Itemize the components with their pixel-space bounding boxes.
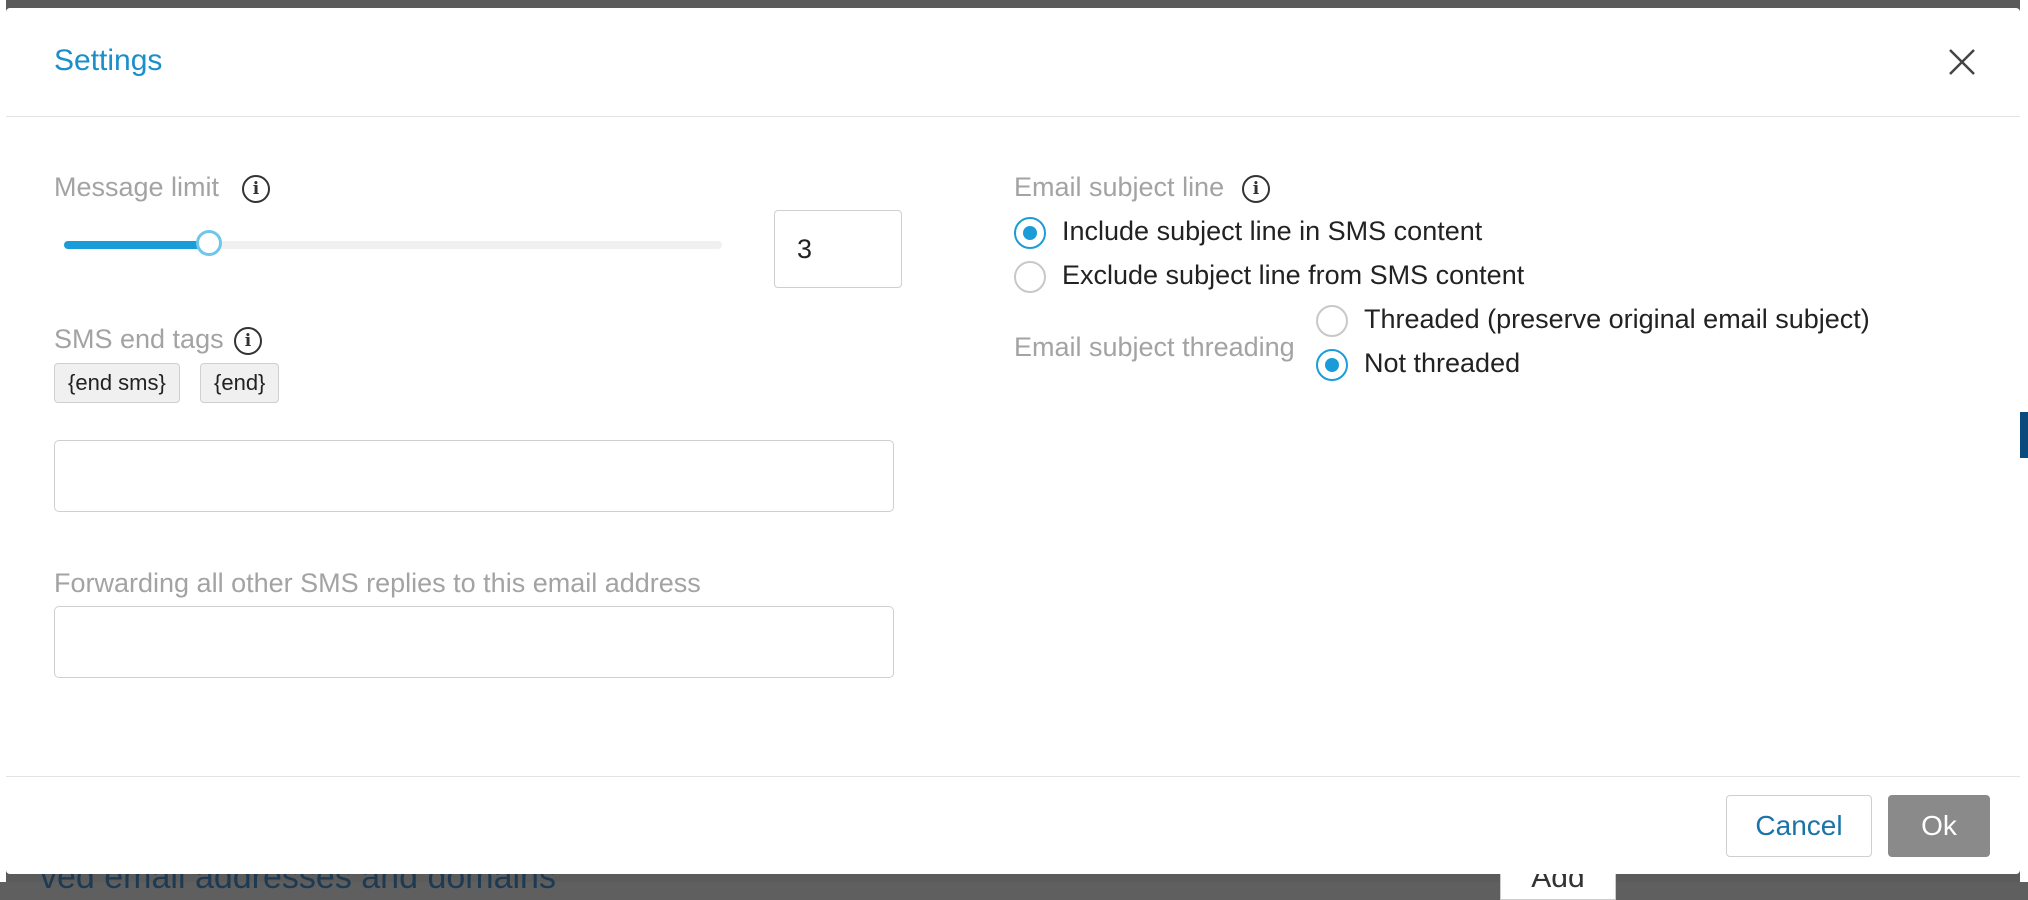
slider-fill (64, 241, 209, 249)
background-accent (2020, 412, 2028, 458)
forwarding-email-input[interactable] (54, 606, 894, 678)
cancel-button[interactable]: Cancel (1726, 795, 1872, 857)
message-limit-slider[interactable] (64, 230, 722, 256)
message-limit-info-icon[interactable]: i (242, 175, 270, 203)
slider-handle[interactable] (195, 230, 222, 256)
exclude-subject-label[interactable]: Exclude subject line from SMS content (1062, 260, 1524, 291)
radio-not-threaded[interactable] (1316, 349, 1348, 381)
message-limit-label: Message limit (54, 172, 220, 202)
background-right-edge (2020, 0, 2028, 882)
threaded-label[interactable]: Threaded (preserve original email subjec… (1364, 304, 1870, 335)
sms-end-tags-label: SMS end tags (54, 324, 224, 354)
email-subject-line-label: Email subject line (1014, 172, 1225, 202)
close-icon (1949, 49, 1975, 75)
dialog-title: Settings (54, 44, 163, 77)
settings-dialog: Settings Message limit i 3 SMS end tags … (6, 8, 2020, 874)
tag-end[interactable]: {end} (200, 363, 280, 403)
dialog-header: Settings (6, 8, 2020, 117)
forwarding-label: Forwarding all other SMS replies to this… (54, 568, 701, 598)
close-button[interactable] (1944, 44, 1980, 80)
email-subject-line-info-icon[interactable]: i (1242, 175, 1270, 203)
message-limit-input[interactable]: 3 (774, 210, 902, 288)
radio-threaded[interactable] (1316, 305, 1348, 337)
not-threaded-label[interactable]: Not threaded (1364, 348, 1520, 379)
ok-button[interactable]: Ok (1888, 795, 1990, 857)
tag-end-sms[interactable]: {end sms} (54, 363, 180, 403)
dialog-footer: Cancel Ok (6, 776, 2020, 874)
sms-end-tags-info-icon[interactable]: i (234, 327, 262, 355)
radio-include-subject[interactable] (1014, 217, 1046, 249)
email-subject-threading-label: Email subject threading (1014, 332, 1295, 362)
include-subject-label[interactable]: Include subject line in SMS content (1062, 216, 1482, 247)
sms-end-tags-input[interactable] (54, 440, 894, 512)
radio-exclude-subject[interactable] (1014, 261, 1046, 293)
